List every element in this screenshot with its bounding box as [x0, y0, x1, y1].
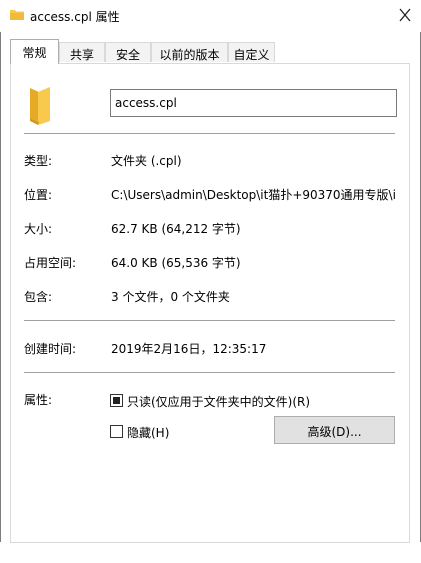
- size-on-disk-label: 占用空间:: [24, 256, 77, 270]
- attributes-label: 属性:: [24, 393, 53, 407]
- window-border-left: [0, 32, 1, 542]
- folder-large-icon: [28, 86, 52, 129]
- window-title: access.cpl 属性: [30, 10, 120, 24]
- separator: [24, 133, 395, 134]
- hidden-checkbox[interactable]: [110, 425, 123, 438]
- close-button[interactable]: [395, 4, 415, 26]
- separator: [24, 320, 395, 321]
- hidden-label[interactable]: 隐藏(H): [127, 424, 169, 441]
- tab-general[interactable]: 常规: [10, 39, 59, 64]
- tab-sharing[interactable]: 共享: [59, 42, 105, 62]
- location-value: C:\Users\admin\Desktop\it猫扑+90370通用专版\i9: [111, 188, 396, 202]
- type-value: 文件夹 (.cpl): [111, 154, 182, 168]
- name-field[interactable]: [110, 89, 397, 117]
- readonly-label[interactable]: 只读(仅应用于文件夹中的文件)(R): [127, 393, 310, 410]
- contains-label: 包含:: [24, 290, 53, 304]
- size-value: 62.7 KB (64,212 字节): [111, 222, 241, 236]
- readonly-checkbox[interactable]: [110, 394, 123, 407]
- advanced-button[interactable]: 高级(D)...: [274, 416, 395, 444]
- title-bar: access.cpl 属性: [0, 0, 421, 32]
- close-icon: [399, 8, 411, 22]
- size-on-disk-value: 64.0 KB (65,536 字节): [111, 256, 241, 270]
- size-label: 大小:: [24, 222, 53, 236]
- tab-customize[interactable]: 自定义: [228, 42, 275, 62]
- type-label: 类型:: [24, 154, 53, 168]
- tab-security[interactable]: 安全: [105, 42, 151, 62]
- folder-icon: [10, 9, 24, 20]
- separator: [24, 372, 395, 373]
- location-label: 位置:: [24, 188, 53, 202]
- created-value: 2019年2月16日，12:35:17: [111, 342, 267, 356]
- created-label: 创建时间:: [24, 342, 77, 356]
- tab-previous-versions[interactable]: 以前的版本: [151, 42, 228, 62]
- contains-value: 3 个文件，0 个文件夹: [111, 290, 230, 304]
